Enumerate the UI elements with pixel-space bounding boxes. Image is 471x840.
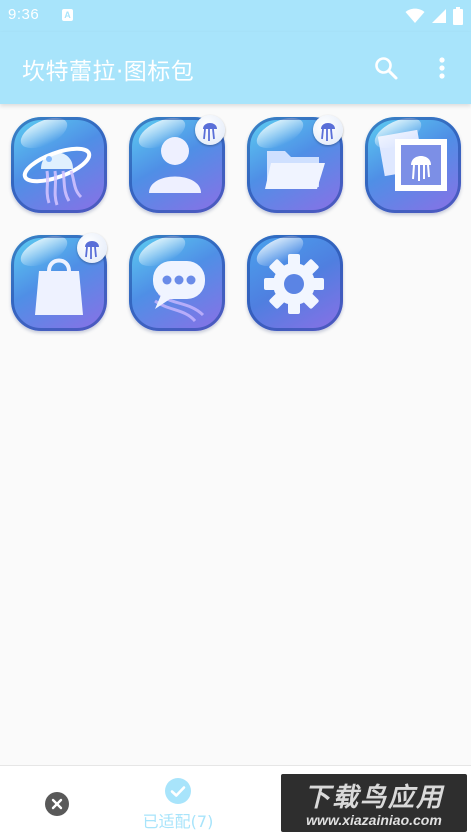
close-circle-icon [51,798,63,810]
icon-tile [365,117,461,213]
more-options-button[interactable] [428,54,456,82]
app-store-icon[interactable] [11,233,107,331]
wifi-icon [405,8,425,23]
cellular-signal-icon [432,9,446,23]
adapted-tab[interactable]: 已适配(7) [128,778,228,834]
icon-tile [247,235,343,331]
messages-icon[interactable] [129,235,225,331]
status-bar: 9:36 A [0,0,471,32]
jellyfish-badge-icon [313,115,343,145]
watermark-title: 下载鸟应用 [303,783,444,813]
a-icon: A [62,9,73,21]
file-manager-icon[interactable] [247,115,343,213]
rim [247,235,343,331]
bottom-bar: 已适配(7) 下载鸟应用 www.xiazainiao.com [0,765,471,840]
settings-icon[interactable] [247,235,343,331]
contacts-icon[interactable] [129,115,225,213]
dismiss-button[interactable] [45,792,69,816]
watermark: 下载鸟应用 www.xiazainiao.com [281,774,467,832]
app-bar: 坎特蕾拉·图标包 [0,32,471,104]
rim [129,235,225,331]
watermark-url: www.xiazainiao.com [306,812,442,828]
search-icon [375,57,398,80]
jellyfish-badge-icon [195,115,225,145]
status-time: 9:36 [8,6,40,23]
jellyfish-badge-icon [77,233,107,263]
gallery-icon[interactable] [365,117,461,213]
rim [365,117,461,213]
adapted-label: 已适配(7) [142,812,214,831]
status-indicators [405,6,463,26]
icon-tile [129,235,225,331]
more-vert-icon [439,57,445,79]
check-circle-icon [165,778,191,804]
rim [11,117,107,213]
browser-icon[interactable] [11,117,107,213]
page-title: 坎特蕾拉·图标包 [22,59,195,85]
search-button[interactable] [372,54,400,82]
icon-tile [11,117,107,213]
battery-icon [453,7,463,25]
